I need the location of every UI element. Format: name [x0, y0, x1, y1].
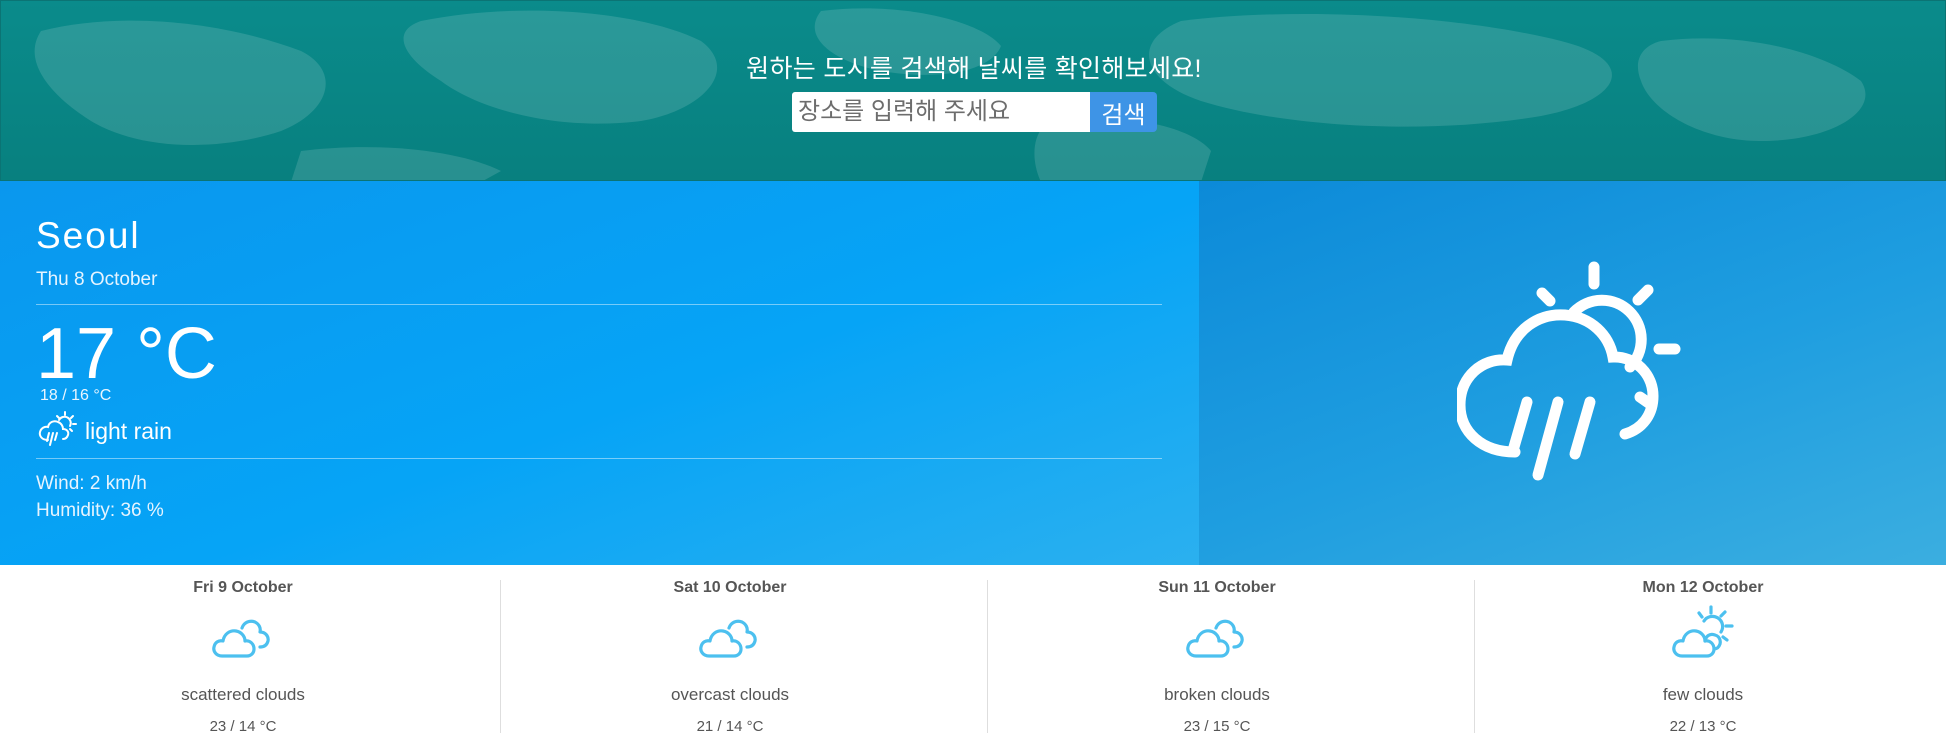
world-map-background	[34, 8, 1866, 180]
page-title: 원하는 도시를 검색해 날씨를 확인해보세요!	[746, 55, 1202, 83]
current-weather-panel: Seoul Thu 8 October 17 °C 18 / 16 °C lig…	[0, 181, 1199, 565]
forecast-temperature-range: 22 / 13 °C	[1669, 718, 1737, 735]
forecast-date: Mon 12 October	[1642, 579, 1764, 596]
search-button[interactable]: 검색	[1090, 92, 1157, 132]
clouds-icon	[212, 619, 270, 658]
forecast-temperature-range: 23 / 14 °C	[209, 718, 277, 735]
search-input[interactable]	[792, 92, 1090, 132]
forecast-description: overcast clouds	[670, 685, 790, 704]
forecast-description: few clouds	[1662, 685, 1744, 704]
current-date: Thu 8 October	[36, 269, 158, 290]
divider	[36, 304, 1162, 305]
humidity: Humidity: 36 %	[36, 500, 164, 521]
current-temperature: 17 °C	[36, 314, 217, 394]
forecast-temperature-range: 21 / 14 °C	[696, 718, 764, 735]
weather-illustration-panel	[1199, 181, 1946, 565]
forecast-day: Sat 10 October overcast clouds 21 / 14 °…	[487, 565, 973, 750]
wind-speed: Wind: 2 km/h	[36, 473, 147, 494]
cloud-sun-rain-icon	[1457, 261, 1681, 481]
forecast-date: Sun 11 October	[1158, 579, 1276, 596]
forecast-day: Sun 11 October broken clouds 23 / 15 °C	[974, 565, 1460, 750]
forecast-description: broken clouds	[1164, 685, 1270, 704]
clouds-icon	[699, 619, 757, 658]
forecast-date: Fri 9 October	[193, 579, 293, 596]
forecast-strip: Fri 9 October scattered clouds 23 / 14 °…	[0, 565, 1946, 750]
divider	[36, 458, 1162, 459]
weather-condition: light rain	[85, 418, 172, 444]
cloud-sun-rain-icon	[38, 411, 77, 446]
temperature-range: 18 / 16 °C	[40, 387, 112, 404]
forecast-day: Fri 9 October scattered clouds 23 / 14 °…	[0, 565, 486, 750]
clouds-icon	[1186, 619, 1244, 658]
city-name: Seoul	[36, 215, 141, 256]
forecast-date: Sat 10 October	[673, 579, 787, 596]
forecast-day: Mon 12 October few clouds 22 / 13 °C	[1460, 565, 1946, 750]
search-bar: 검색	[792, 92, 1157, 132]
search-header: 원하는 도시를 검색해 날씨를 확인해보세요! 검색	[0, 0, 1946, 181]
cloud-sun-icon	[1672, 605, 1734, 658]
forecast-description: scattered clouds	[181, 685, 305, 704]
forecast-temperature-range: 23 / 15 °C	[1183, 718, 1251, 735]
